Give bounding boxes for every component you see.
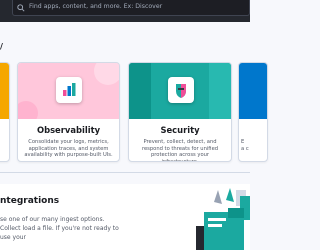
solution-card-right-partial[interactable]: E a c [238, 62, 268, 162]
card-description: Prevent, collect, detect, and respond to… [141, 139, 219, 162]
section-heading: / [0, 42, 3, 51]
solution-card-observability[interactable]: Observability Consolidate your logs, met… [17, 62, 120, 162]
top-header-bar: Find apps, content, and more. Ex: Discov… [0, 0, 250, 22]
integrations-description: se one of our many ingest options. Colle… [0, 216, 119, 241]
solution-card-security[interactable]: Security Prevent, collect, detect, and r… [128, 62, 232, 162]
card-banner [0, 63, 9, 119]
integrations-title: ntegrations [0, 196, 60, 206]
card-title: Observability [36, 125, 101, 135]
section-divider [0, 172, 250, 173]
observability-logo-icon [56, 77, 82, 103]
global-search-input[interactable]: Find apps, content, and more. Ex: Discov… [12, 0, 250, 16]
security-logo-icon [168, 77, 194, 103]
search-icon [17, 4, 25, 12]
card-title: Security [160, 125, 200, 135]
search-placeholder: Find apps, content, and more. Ex: Discov… [29, 3, 163, 10]
solution-card-left-partial[interactable] [0, 62, 10, 162]
card-description: E a c [241, 139, 249, 152]
card-description: Consolidate your logs, metrics, applicat… [24, 139, 113, 159]
integrations-illustration [196, 188, 250, 250]
card-banner [239, 63, 267, 119]
